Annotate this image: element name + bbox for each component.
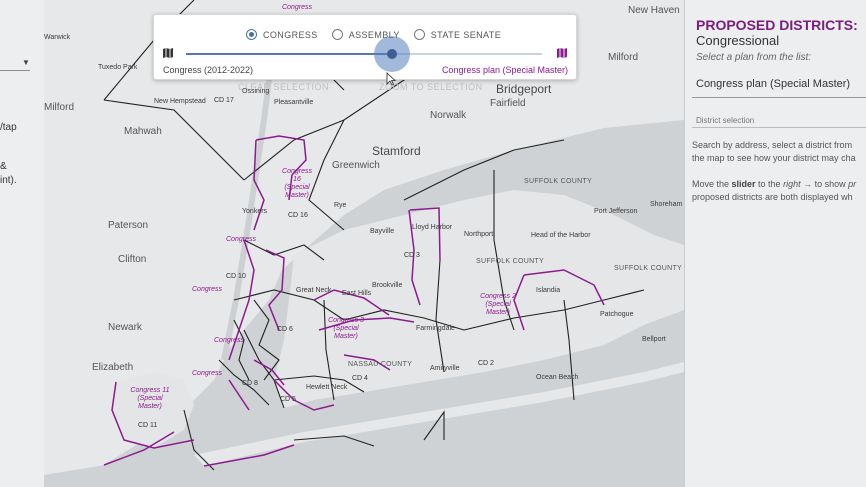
- current-plan-map-icon: [163, 48, 173, 58]
- instruction-italic: right: [783, 179, 801, 189]
- dropdown-underline: [0, 70, 30, 71]
- instruction-text: Search by address, select a district fro…: [692, 139, 856, 165]
- district-selection-label: District selection: [696, 116, 755, 125]
- radio-state-senate[interactable]: STATE SENATE: [413, 29, 502, 40]
- left-panel-text: int).: [0, 175, 17, 186]
- radio-checked-icon[interactable]: [246, 29, 257, 40]
- slider-instruction-text: Move the slider to the right → to show p…: [692, 178, 856, 204]
- mouse-cursor-icon: [386, 72, 396, 86]
- section-divider: [692, 127, 866, 128]
- info-panel: PROPOSED DISTRICTS: Congressional Select…: [684, 0, 866, 487]
- instruction-line: Search by address, select a district fro…: [692, 140, 853, 150]
- radio-label: STATE SENATE: [430, 29, 502, 40]
- instruction-line: proposed districts are both displayed wh: [692, 192, 853, 202]
- panel-subheading: Congressional: [696, 33, 780, 48]
- slider-fill: [186, 53, 393, 55]
- plan-selector-card: CONGRESS ASSEMBLY STATE SENATE Congress …: [153, 14, 577, 80]
- plan-type-radio-group: CONGRESS ASSEMBLY STATE SENATE: [246, 29, 501, 40]
- dropdown-arrow-icon[interactable]: ▼: [22, 58, 30, 67]
- instruction-fragment: → to show: [800, 179, 849, 189]
- left-panel: ▼ /tap & int).: [0, 0, 45, 487]
- current-plan-caption: Congress (2012-2022): [163, 65, 254, 75]
- staten-island-land: [112, 372, 194, 448]
- radio-congress[interactable]: CONGRESS: [246, 29, 318, 40]
- proposed-plan-caption: Congress plan (Special Master): [441, 65, 568, 75]
- instruction-italic: pr: [848, 179, 857, 189]
- plan-select-hint: Select a plan from the list:: [696, 52, 812, 63]
- instruction-fragment: Move the: [692, 179, 732, 189]
- plan-compare-slider[interactable]: [186, 53, 542, 55]
- plan-select[interactable]: Congress plan (Special Master): [696, 78, 850, 90]
- proposed-plan-map-icon: [557, 48, 567, 58]
- instruction-fragment: to the: [755, 179, 784, 189]
- left-panel-text: &: [0, 161, 7, 172]
- radio-label: CONGRESS: [263, 29, 318, 40]
- instruction-bold: slider: [731, 179, 756, 189]
- panel-heading: PROPOSED DISTRICTS:: [696, 17, 858, 33]
- instruction-line: the map to see how your district may cha: [692, 153, 856, 163]
- radio-unchecked-icon[interactable]: [331, 29, 343, 40]
- radio-unchecked-icon[interactable]: [413, 29, 425, 40]
- left-panel-text: /tap: [0, 122, 17, 133]
- plan-select-underline: [692, 97, 866, 98]
